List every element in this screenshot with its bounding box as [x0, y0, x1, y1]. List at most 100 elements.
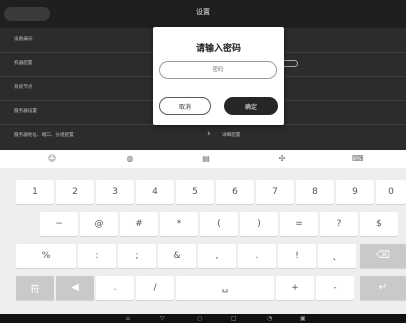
- key-label: 9: [352, 187, 358, 197]
- key-label: 、: [332, 252, 342, 263]
- enter-icon: ↵: [378, 282, 388, 293]
- key-label: 0: [388, 187, 394, 197]
- settings-row-label: 系统节点: [14, 85, 33, 90]
- key-label: :: [95, 251, 99, 261]
- settings-row-label: 服务器设置: [14, 109, 37, 114]
- key-7[interactable]: 7: [256, 180, 294, 204]
- enter-key[interactable]: ↵: [360, 276, 406, 300]
- key-percent[interactable]: %: [16, 244, 76, 268]
- key-5[interactable]: 5: [176, 180, 214, 204]
- emoji-icon[interactable]: ☺: [47, 154, 57, 164]
- back-arrow-icon: ◀: [71, 282, 79, 293]
- space-key[interactable]: ␣: [176, 276, 274, 300]
- key-label: 3: [112, 187, 118, 197]
- key-label: !: [295, 251, 299, 261]
- key-label: #: [135, 219, 143, 229]
- key-colon[interactable]: :: [78, 244, 116, 268]
- key-4[interactable]: 4: [136, 180, 174, 204]
- key-label: 1: [32, 187, 38, 197]
- cancel-button-label: 取消: [178, 103, 191, 111]
- key-label: .: [113, 283, 117, 293]
- key-label: 7: [272, 187, 278, 197]
- cursor-move-icon[interactable]: ✣: [277, 154, 287, 164]
- volume-icon[interactable]: ◔: [267, 315, 272, 322]
- keyboard-hide-icon[interactable]: ⌨: [352, 154, 364, 164]
- home-icon[interactable]: ⌂: [126, 315, 130, 322]
- key-label: @: [94, 219, 104, 229]
- key-exclamation[interactable]: !: [278, 244, 316, 268]
- settings-row-value: 详细配置: [222, 133, 241, 138]
- key-1[interactable]: 1: [16, 180, 54, 204]
- key-equals[interactable]: =: [280, 212, 318, 236]
- soft-keyboard: ☺ ◍ ▤ ✣ ⌨ 1 2 3 4 5 6 7 8 9 0 ~ @ # * ( …: [0, 150, 406, 314]
- password-input[interactable]: [159, 61, 277, 79]
- back-nav-icon[interactable]: ▽: [160, 315, 165, 322]
- backspace-icon: ⌫: [375, 250, 391, 261]
- key-label: +: [291, 283, 299, 293]
- keyboard-toolbar: ☺ ◍ ▤ ✣ ⌨: [0, 150, 406, 168]
- confirm-button[interactable]: 确定: [224, 97, 278, 115]
- key-plus[interactable]: +: [276, 276, 314, 300]
- back-key[interactable]: ◀: [56, 276, 94, 300]
- key-label: ): [257, 219, 261, 229]
- settings-row-label: 机器配置: [14, 61, 33, 66]
- key-label: 2: [72, 187, 78, 197]
- key-2[interactable]: 2: [56, 180, 94, 204]
- key-label: &: [173, 251, 181, 261]
- key-label: =: [295, 219, 303, 229]
- dialog-title: 请输入密码: [195, 44, 241, 54]
- settings-row-server-address[interactable]: 服务器地址、端口、分组配置 › 详细配置: [0, 124, 406, 148]
- key-right-paren[interactable]: ): [240, 212, 278, 236]
- key-3[interactable]: 3: [96, 180, 134, 204]
- globe-icon[interactable]: ◍: [125, 154, 135, 164]
- key-label: ,: [215, 251, 219, 261]
- key-asterisk[interactable]: *: [160, 212, 198, 236]
- key-8[interactable]: 8: [296, 180, 334, 204]
- circle-home-icon[interactable]: ○: [197, 315, 202, 322]
- key-semicolon[interactable]: ;: [118, 244, 156, 268]
- key-label: 8: [312, 187, 318, 197]
- key-label: ;: [135, 251, 139, 261]
- key-label: 6: [232, 187, 238, 197]
- key-label: ~: [55, 219, 63, 229]
- space-bar-icon: ␣: [221, 282, 229, 293]
- key-label: .: [255, 251, 259, 261]
- key-9[interactable]: 9: [336, 180, 374, 204]
- key-label: *: [176, 219, 182, 229]
- settings-row-label: 设备编号:: [14, 37, 34, 42]
- key-label: -: [333, 283, 337, 293]
- key-at[interactable]: @: [80, 212, 118, 236]
- key-ampersand[interactable]: &: [158, 244, 196, 268]
- clipboard-icon[interactable]: ▤: [201, 154, 211, 164]
- recents-icon[interactable]: □: [231, 315, 237, 322]
- key-slash[interactable]: /: [136, 276, 174, 300]
- key-label: /: [153, 283, 157, 293]
- cancel-button[interactable]: 取消: [159, 97, 211, 115]
- key-label: ?: [336, 219, 342, 229]
- key-label: 4: [152, 187, 158, 197]
- key-question[interactable]: ?: [320, 212, 358, 236]
- top-app-bar: 设置: [0, 0, 406, 28]
- symbol-switch-key[interactable]: 符: [16, 276, 54, 300]
- key-comma[interactable]: ,: [198, 244, 236, 268]
- backspace-key[interactable]: ⌫: [360, 244, 406, 268]
- key-dollar[interactable]: $: [360, 212, 398, 236]
- key-enumeration-comma[interactable]: 、: [318, 244, 356, 268]
- key-6[interactable]: 6: [216, 180, 254, 204]
- confirm-button-label: 确定: [244, 103, 257, 111]
- system-nav-bar: ⌂ ▽ ○ □ ◔ ▣: [0, 314, 406, 323]
- password-dialog: 请输入密码 取消 确定: [153, 27, 284, 125]
- settings-screen: 设置 设备编号: 机器配置 系统节点 服务器设置 服务器地址、端口、分组配置 ›…: [0, 0, 406, 323]
- key-dot[interactable]: .: [96, 276, 134, 300]
- key-0[interactable]: 0: [376, 180, 406, 204]
- key-label: (: [217, 219, 221, 229]
- key-label: 符: [30, 284, 40, 295]
- key-period[interactable]: .: [238, 244, 276, 268]
- key-label: %: [41, 251, 51, 261]
- chevron-right-icon: ›: [207, 129, 211, 139]
- screenshot-icon[interactable]: ▣: [300, 315, 306, 322]
- key-tilde[interactable]: ~: [40, 212, 78, 236]
- key-hash[interactable]: #: [120, 212, 158, 236]
- key-minus[interactable]: -: [316, 276, 354, 300]
- key-left-paren[interactable]: (: [200, 212, 238, 236]
